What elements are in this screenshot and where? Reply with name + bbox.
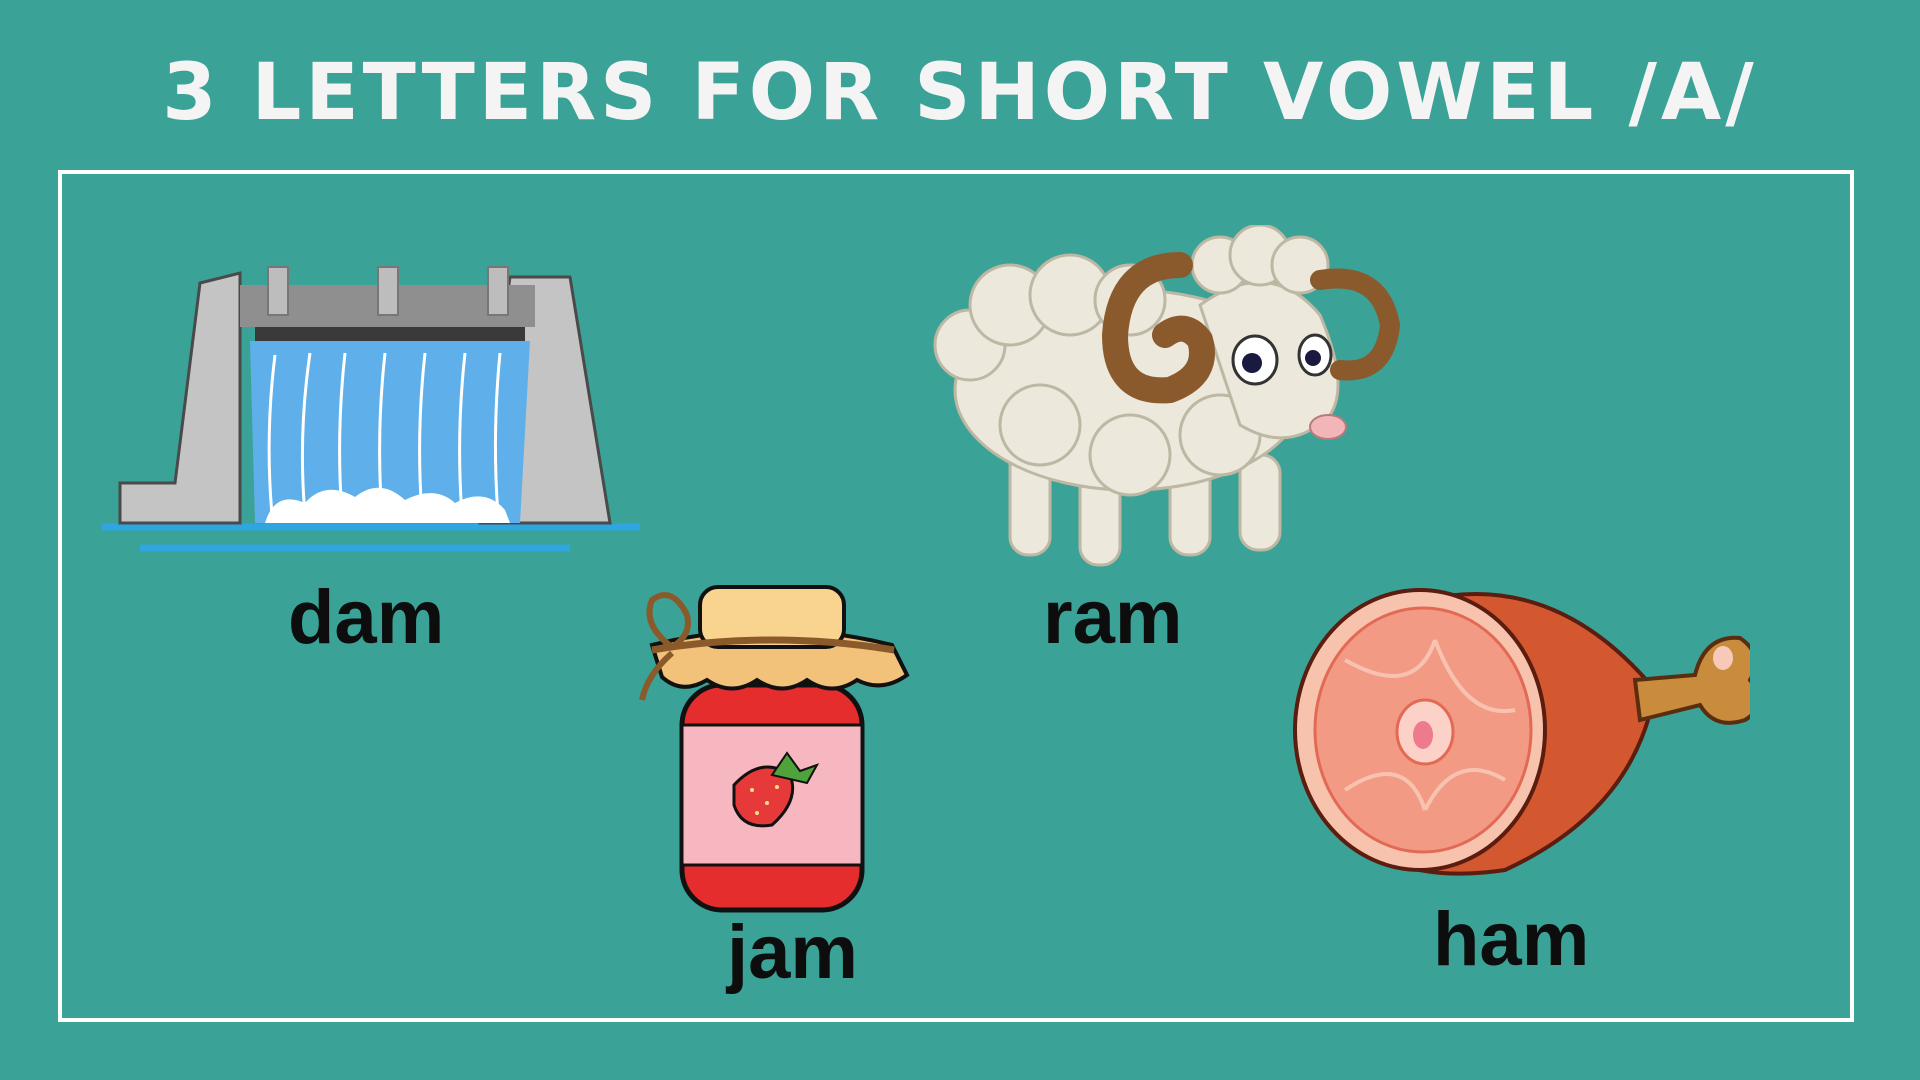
- word-jam: jam: [727, 910, 858, 995]
- dam-icon: [102, 266, 640, 552]
- page-title: 3 LETTERS FOR SHORT VOWEL /A/: [162, 48, 1758, 138]
- word-ham: ham: [1433, 897, 1590, 982]
- ram-icon: [933, 225, 1400, 567]
- ham-icon: [1293, 588, 1750, 876]
- word-ram: ram: [1043, 575, 1183, 660]
- word-dam: dam: [288, 575, 445, 660]
- jam-jar-icon: [639, 585, 910, 913]
